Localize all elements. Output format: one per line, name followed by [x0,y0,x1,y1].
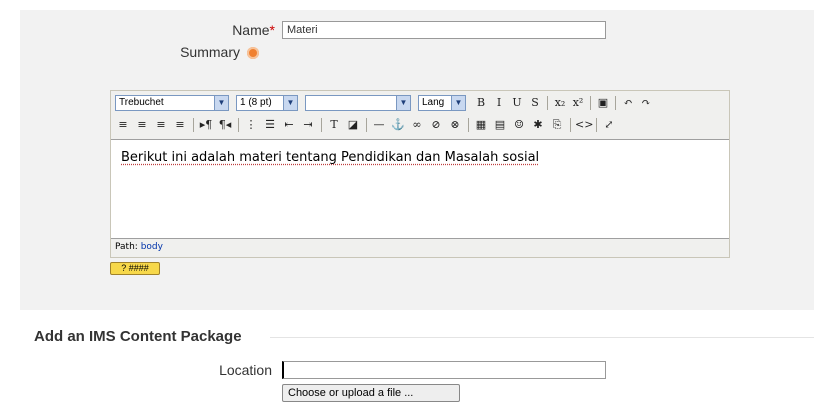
path-bar: Path: body [115,242,163,252]
align-center-icon[interactable]: ≡ [134,117,150,133]
lang-select[interactable]: Lang ▼ [418,95,466,111]
align-right-icon[interactable]: ≡ [153,117,169,133]
toolbar-separator [590,96,591,110]
superscript-icon[interactable]: x² [570,95,586,111]
toolbar-separator [366,118,367,132]
clean-word-icon[interactable]: ▣ [595,95,611,111]
editor-help-icon[interactable]: ? #### [110,262,160,275]
image-icon[interactable]: ▦ [473,117,489,133]
ltr-icon[interactable]: ▸¶ [198,117,214,133]
html-source-icon[interactable]: <> [575,117,593,133]
section-title: Add an IMS Content Package [34,328,242,345]
anchor-icon[interactable]: ⚓ [390,117,406,133]
toolbar-separator [193,118,194,132]
underline-icon[interactable]: U [509,95,525,111]
location-input[interactable] [282,361,606,379]
font-family-select[interactable]: Trebuchet ▼ [115,95,229,111]
toolbar-row-1: Trebuchet ▼ 1 (8 pt) ▼ ▼ Lang ▼ B I U Sx₂ x² ▣ ↶ ↷ [111,93,729,115]
unordered-list-icon[interactable]: ☰ [262,117,278,133]
font-size-select[interactable]: 1 (8 pt) ▼ [236,95,298,111]
strikethrough-icon[interactable]: S [527,95,543,111]
path-body[interactable]: body [141,242,163,252]
indent-icon[interactable]: ⇥ [300,117,316,133]
help-icon[interactable] [247,47,259,59]
align-left-icon[interactable]: ≡ [115,117,131,133]
redo-icon[interactable]: ↷ [638,95,654,111]
toolbar-separator [238,118,239,132]
special-char-icon[interactable]: ✱ [530,117,546,133]
toolbar-separator [570,118,571,132]
format-select[interactable]: ▼ [305,95,411,111]
text-color-icon[interactable]: T [326,117,342,133]
search-replace-icon[interactable]: ⎘ [549,117,565,133]
nolink-icon[interactable]: ⊗ [447,117,463,133]
choose-file-button[interactable]: Choose or upload a file ... [282,384,460,402]
link-icon[interactable]: ∞ [409,117,425,133]
toolbar-separator [615,96,616,110]
italic-icon[interactable]: I [491,95,507,111]
ordered-list-icon[interactable]: ⋮ [243,117,259,133]
section-divider [270,337,814,338]
fullscreen-icon[interactable]: ⤢ [601,117,617,133]
bold-icon[interactable]: B [473,95,489,111]
location-label: Location [219,362,272,378]
name-label: Name* [232,22,275,38]
table-icon[interactable]: ▤ [492,117,508,133]
html-editor: Trebuchet ▼ 1 (8 pt) ▼ ▼ Lang ▼ B I U Sx₂ x² ▣ ↶ ↷… [110,90,730,258]
horizontal-rule-icon[interactable]: — [371,117,387,133]
toolbar-separator [321,118,322,132]
smiley-icon[interactable]: ☺ [511,117,527,133]
rtl-icon[interactable]: ¶◂ [217,117,233,133]
editor-content[interactable]: Berikut ini adalah materi tentang Pendid… [111,139,729,239]
summary-label: Summary [180,44,240,60]
undo-icon[interactable]: ↶ [620,95,636,111]
toolbar-separator [468,118,469,132]
toolbar-separator [547,96,548,110]
subscript-icon[interactable]: x₂ [552,95,568,111]
outdent-icon[interactable]: ⇤ [281,117,297,133]
toolbar-row-2: ≡ ≡ ≡ ≡ ▸¶ ¶◂ ⋮ ☰ ⇤ ⇥ T ◪ — ⚓ ∞ ⊘ ⊗ ▦ ▤ ☺ ✱ ⎘ <> ⤢ [111,115,729,137]
unlink-icon[interactable]: ⊘ [428,117,444,133]
required-mark: * [269,22,275,38]
justify-icon[interactable]: ≡ [172,117,188,133]
toolbar-separator [596,118,597,132]
name-input[interactable]: Materi [282,21,606,39]
bg-color-icon[interactable]: ◪ [345,117,361,133]
